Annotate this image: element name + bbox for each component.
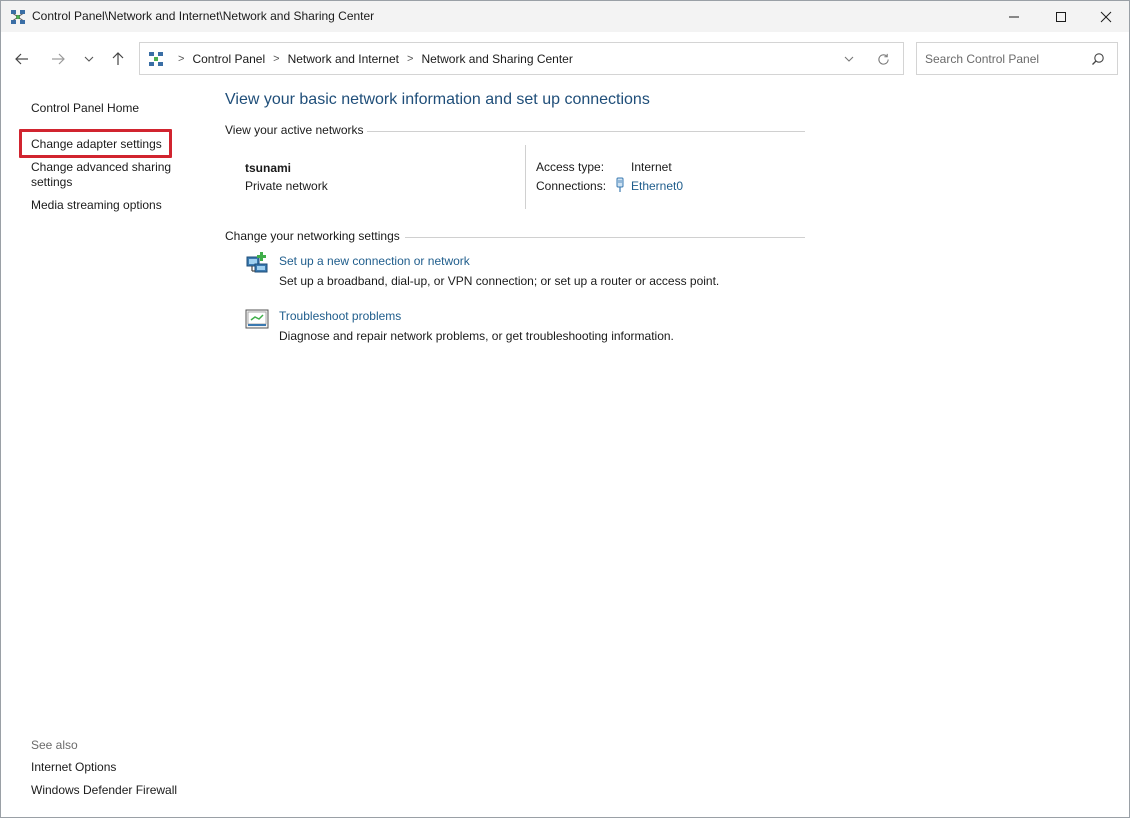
- search-input[interactable]: Search Control Panel: [916, 42, 1118, 75]
- refresh-button[interactable]: [875, 51, 891, 67]
- troubleshoot-icon: [245, 307, 269, 331]
- network-setup-icon: [245, 251, 269, 275]
- control-panel-window: Control Panel\Network and Internet\Netwo…: [0, 0, 1130, 818]
- forward-button[interactable]: [47, 48, 69, 70]
- sidebar-item-control-panel-home[interactable]: Control Panel Home: [31, 101, 139, 116]
- close-icon: [1100, 11, 1112, 23]
- breadcrumb-separator[interactable]: >: [273, 53, 279, 65]
- page-title: View your basic network information and …: [225, 91, 650, 109]
- up-arrow-icon: [111, 52, 125, 66]
- section-divider: [367, 131, 805, 132]
- breadcrumb: > Control Panel > Network and Internet >…: [170, 43, 573, 74]
- access-type-value: Internet: [631, 160, 672, 174]
- setup-new-connection-link[interactable]: Set up a new connection or network: [279, 254, 470, 268]
- up-button[interactable]: [107, 48, 129, 70]
- network-center-icon: [148, 51, 164, 67]
- address-bar[interactable]: > Control Panel > Network and Internet >…: [139, 42, 904, 75]
- sidebar-item-change-advanced-sharing-settings[interactable]: Change advanced sharing settings: [31, 160, 191, 190]
- left-task-pane: Control Panel Home Change adapter settin…: [1, 86, 206, 816]
- setup-new-connection-description: Set up a broadband, dial-up, or VPN conn…: [279, 274, 719, 288]
- back-arrow-icon: [15, 52, 29, 66]
- ethernet0-link[interactable]: Ethernet0: [631, 179, 683, 193]
- active-networks-title: View your active networks: [225, 123, 364, 137]
- breadcrumb-separator[interactable]: >: [407, 53, 413, 65]
- sidebar-item-media-streaming-options[interactable]: Media streaming options: [31, 198, 162, 213]
- recent-locations-button[interactable]: [78, 48, 100, 70]
- minimize-icon: [1008, 11, 1020, 23]
- chevron-down-icon: [844, 54, 854, 64]
- back-button[interactable]: [11, 48, 33, 70]
- window-title: Control Panel\Network and Internet\Netwo…: [32, 9, 374, 23]
- see-also-heading: See also: [31, 738, 78, 752]
- connections-label: Connections:: [536, 179, 606, 193]
- navigation-bar: > Control Panel > Network and Internet >…: [1, 32, 1129, 86]
- chevron-down-icon: [84, 54, 94, 64]
- troubleshoot-problems-description: Diagnose and repair network problems, or…: [279, 329, 674, 343]
- see-also-windows-defender-firewall[interactable]: Windows Defender Firewall: [31, 783, 177, 798]
- search-icon: [1091, 52, 1105, 66]
- sidebar-item-change-adapter-settings[interactable]: Change adapter settings: [31, 137, 162, 152]
- maximize-button[interactable]: [1038, 1, 1084, 32]
- address-dropdown-button[interactable]: [841, 51, 857, 67]
- forward-arrow-icon: [51, 52, 65, 66]
- breadcrumb-separator[interactable]: >: [178, 53, 184, 65]
- breadcrumb-control-panel[interactable]: Control Panel: [192, 52, 265, 66]
- see-also-internet-options[interactable]: Internet Options: [31, 760, 116, 775]
- troubleshoot-problems-link[interactable]: Troubleshoot problems: [279, 309, 401, 323]
- refresh-icon: [877, 53, 890, 66]
- minimize-button[interactable]: [991, 1, 1037, 32]
- close-button[interactable]: [1083, 1, 1129, 32]
- ethernet-icon: [615, 177, 625, 193]
- network-center-icon: [10, 9, 26, 25]
- network-name: tsunami: [245, 161, 291, 175]
- search-placeholder: Search Control Panel: [925, 52, 1039, 66]
- maximize-icon: [1055, 11, 1067, 23]
- change-settings-title: Change your networking settings: [225, 229, 400, 243]
- access-type-label: Access type:: [536, 160, 604, 174]
- network-divider: [525, 145, 526, 209]
- breadcrumb-network-and-internet[interactable]: Network and Internet: [288, 52, 399, 66]
- network-type: Private network: [245, 179, 328, 193]
- breadcrumb-network-and-sharing-center[interactable]: Network and Sharing Center: [421, 52, 572, 66]
- section-divider: [405, 237, 805, 238]
- title-bar[interactable]: Control Panel\Network and Internet\Netwo…: [1, 1, 1129, 32]
